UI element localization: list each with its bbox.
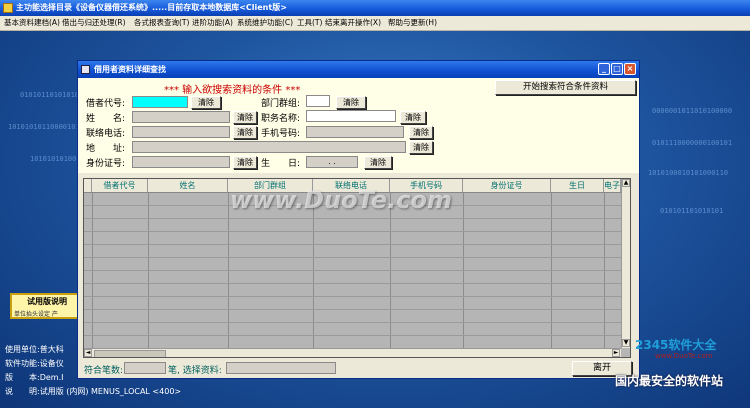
clear-address-button[interactable]: 清除 bbox=[409, 141, 433, 154]
clear-position-button[interactable]: 清除 bbox=[400, 111, 426, 124]
count-value bbox=[124, 362, 166, 374]
dialog-icon bbox=[81, 65, 90, 74]
start-search-button[interactable]: 开始搜索符合条件资料 bbox=[495, 80, 636, 95]
scroll-up-icon[interactable]: ▲ bbox=[622, 179, 630, 187]
clear-mobile-button[interactable]: 清除 bbox=[409, 126, 433, 139]
menu-tools[interactable]: 工具(T) bbox=[297, 17, 322, 29]
binary-decoration: 010101101010101 bbox=[660, 207, 724, 215]
menu-basic-data[interactable]: 基本资料建档(A) bbox=[4, 17, 60, 29]
close-icon[interactable]: × bbox=[624, 63, 636, 75]
binary-decoration: 0101110000000100101 bbox=[652, 139, 733, 147]
column-header-birthday[interactable]: 生日 bbox=[551, 179, 604, 192]
info-unit: 使用单位:普大科 bbox=[5, 345, 64, 354]
clear-name-button[interactable]: 清除 bbox=[233, 111, 257, 124]
mobile-input[interactable] bbox=[306, 126, 404, 138]
mobile-label: 手机号码: bbox=[261, 129, 301, 139]
clear-phone-button[interactable]: 清除 bbox=[233, 126, 257, 139]
name-input[interactable] bbox=[132, 111, 230, 123]
minimize-icon[interactable]: _ bbox=[598, 63, 610, 75]
dialog-title-bar: 借用者资料详细查找 _ □ × bbox=[78, 61, 639, 78]
phone-label: 联络电话: bbox=[86, 129, 126, 139]
info-version: 版 本:Dem.I bbox=[5, 373, 64, 382]
trial-notice-box[interactable]: 试用版说明 单位抬头设定 产 bbox=[10, 293, 84, 319]
borrower-id-label: 借者代号: bbox=[86, 99, 126, 109]
status-row: 符合笔数: 笔, 选择资料: 离开 bbox=[78, 359, 639, 378]
info-function: 软件功能:设备仪 bbox=[5, 359, 64, 368]
trial-notice-subtitle: 单位抬头设定 产 bbox=[14, 311, 58, 318]
menu-exit[interactable]: 结束离开操作(X) bbox=[325, 17, 381, 29]
count-label: 符合笔数: bbox=[84, 366, 124, 376]
scroll-left-icon[interactable]: ◄ bbox=[84, 349, 92, 357]
site-logo: 2345软件大全 www.DuoTe.com 国内最安全的软件站 bbox=[615, 336, 747, 388]
binary-decoration: 0000001011010100000 bbox=[652, 107, 733, 115]
menu-borrow-return[interactable]: 借出与归还处理(R) bbox=[62, 17, 126, 29]
clear-borrower-id-button[interactable]: 清除 bbox=[191, 96, 221, 109]
column-header-id-number[interactable]: 身份证号 bbox=[463, 179, 551, 192]
grid-row-indicator-header bbox=[84, 179, 92, 192]
info-description: 说 明:试用版 (内网) MENUS_LOCAL <400> bbox=[5, 387, 182, 396]
menu-bar: 基本资料建档(A) 借出与归还处理(R) 各式报表查询(T) 进阶功能(A) 系… bbox=[0, 16, 750, 31]
address-input[interactable] bbox=[132, 141, 406, 153]
menu-advanced[interactable]: 进阶功能(A) bbox=[192, 17, 233, 29]
department-label: 部门群组: bbox=[261, 99, 301, 109]
vertical-scrollbar[interactable]: ▲ ▼ bbox=[621, 179, 630, 348]
clear-department-button[interactable]: 清除 bbox=[336, 96, 366, 109]
horizontal-scrollbar[interactable]: ◄ ► bbox=[84, 348, 621, 357]
app-icon bbox=[3, 3, 13, 13]
scroll-thumb[interactable] bbox=[94, 350, 166, 357]
phone-input[interactable] bbox=[132, 126, 230, 138]
scroll-right-icon[interactable]: ► bbox=[612, 349, 620, 357]
menu-reports[interactable]: 各式报表查询(T) bbox=[134, 17, 189, 29]
binary-decoration: 1010100010101000110 bbox=[648, 169, 729, 177]
borrower-id-input[interactable] bbox=[132, 96, 188, 108]
watermark-text: www.DuoTe.com bbox=[230, 186, 452, 214]
address-label: 地 址: bbox=[86, 144, 126, 154]
main-title-bar: 主功能选择目录《设备仪器借还系统》.....目前存取本地数据库<Client版> bbox=[0, 0, 750, 16]
position-input[interactable] bbox=[306, 110, 396, 122]
birthday-label: 生 日: bbox=[261, 159, 301, 169]
logo-name: 2345软件大全 bbox=[635, 338, 717, 352]
name-label: 姓 名: bbox=[86, 114, 126, 124]
clear-id-number-button[interactable]: 清除 bbox=[233, 156, 257, 169]
search-form: *** 输入欲搜索资料的条件 *** 开始搜索符合条件资料 借者代号: 清除 姓… bbox=[78, 78, 639, 173]
logo-slogan: 国内最安全的软件站 bbox=[615, 374, 724, 388]
position-label: 职务名称: bbox=[261, 114, 301, 124]
search-prompt: *** 输入欲搜索资料的条件 *** bbox=[164, 85, 301, 96]
borrower-search-dialog: 借用者资料详细查找 _ □ × *** 输入欲搜索资料的条件 *** 开始搜索符… bbox=[77, 60, 640, 379]
column-header-email[interactable]: 电子 bbox=[604, 179, 621, 192]
selected-value bbox=[226, 362, 336, 374]
main-window-title: 主功能选择目录《设备仪器借还系统》.....目前存取本地数据库<Client版> bbox=[16, 3, 287, 12]
id-number-input[interactable] bbox=[132, 156, 230, 168]
logo-url: www.DuoTe.com bbox=[655, 352, 713, 360]
maximize-icon[interactable]: □ bbox=[611, 63, 623, 75]
clear-birthday-button[interactable]: 清除 bbox=[364, 156, 392, 169]
column-header-name[interactable]: 姓名 bbox=[148, 179, 228, 192]
menu-system-maintenance[interactable]: 系统维护功能(C) bbox=[237, 17, 293, 29]
department-input[interactable] bbox=[306, 95, 330, 107]
dialog-title: 借用者资料详细查找 bbox=[94, 65, 166, 74]
id-number-label: 身份证号: bbox=[86, 159, 126, 169]
column-header-borrower-id[interactable]: 借者代号 bbox=[92, 179, 148, 192]
scroll-down-icon[interactable]: ▼ bbox=[622, 339, 630, 347]
birthday-input[interactable]: . . bbox=[306, 156, 358, 168]
trial-notice-title: 试用版说明 bbox=[27, 297, 67, 306]
menu-help[interactable]: 帮助与更新(H) bbox=[388, 17, 437, 29]
selected-label: 笔, 选择资料: bbox=[168, 366, 222, 376]
